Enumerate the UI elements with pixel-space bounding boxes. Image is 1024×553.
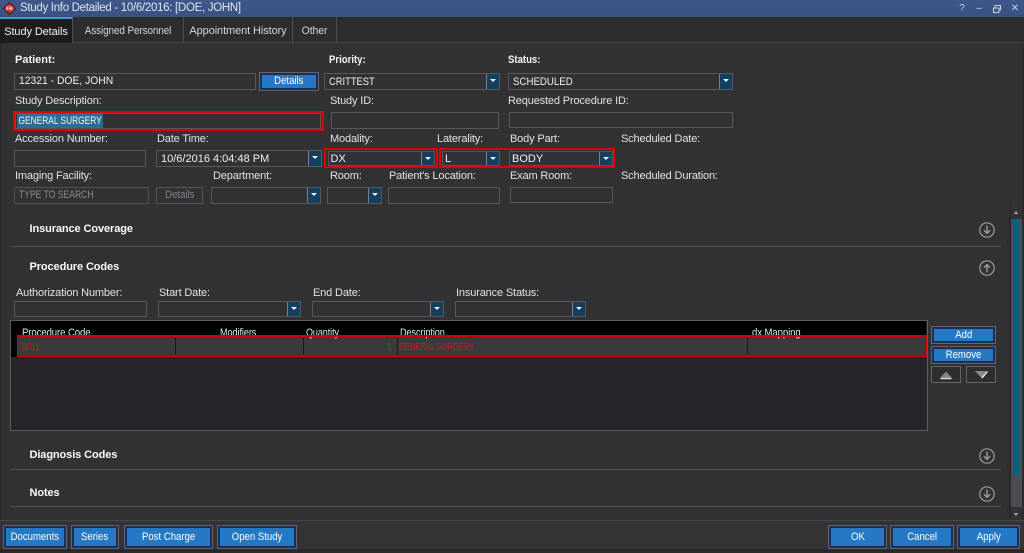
svg-text:FR: FR [6,6,13,12]
